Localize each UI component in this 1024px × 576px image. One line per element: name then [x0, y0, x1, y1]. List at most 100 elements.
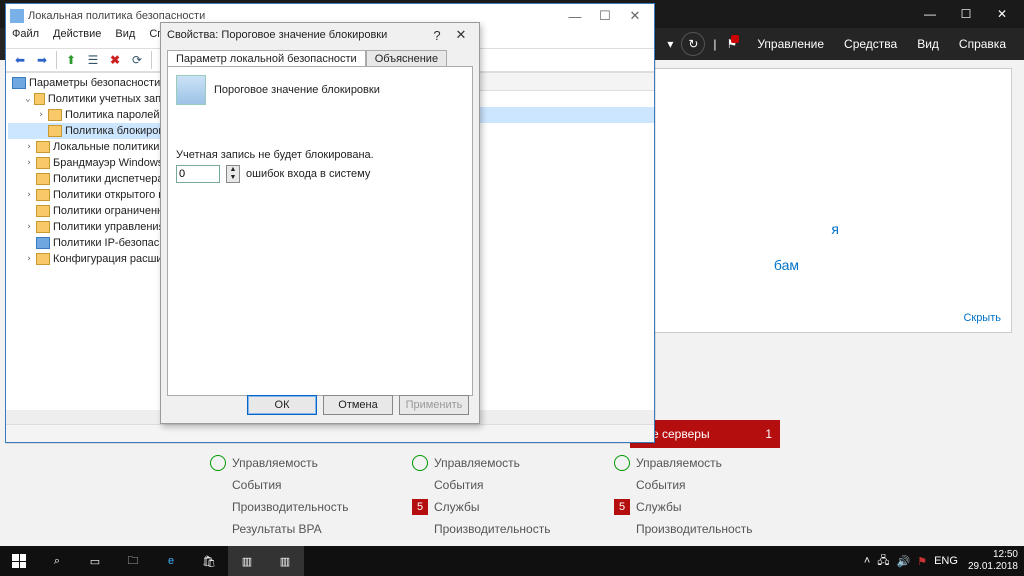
expander-icon[interactable]: ⌄ — [24, 94, 32, 104]
hide-link[interactable]: Скрыть — [963, 312, 1001, 324]
tile-all-servers-count: 1 — [765, 427, 772, 441]
expander-icon[interactable]: › — [24, 222, 34, 232]
policy-heading: Пороговое значение блокировки — [214, 84, 380, 96]
status-performance[interactable]: Производительность — [210, 496, 400, 518]
properties-icon[interactable]: ☰ — [83, 50, 103, 70]
notifications-flag-icon[interactable]: ⚑ — [727, 37, 738, 51]
forward-icon[interactable]: ➡ — [32, 50, 52, 70]
system-tray: ˄ 🖧 🔊 ⚑ ENG — [860, 552, 962, 571]
folder-icon — [36, 205, 50, 217]
cancel-button[interactable]: Отмена — [323, 395, 393, 415]
unit-label: ошибок входа в систему — [246, 168, 370, 180]
stepper[interactable]: ▲ ▼ — [226, 165, 240, 183]
expander-icon[interactable]: › — [24, 142, 34, 152]
menu-action[interactable]: Действие — [53, 28, 101, 40]
folder-icon — [48, 109, 62, 121]
sm-maximize-button[interactable]: ☐ — [948, 2, 984, 26]
status-events-3[interactable]: События — [614, 474, 804, 496]
status-events-2[interactable]: События — [412, 474, 602, 496]
up-icon[interactable]: ⬆ — [61, 50, 81, 70]
tree-firewall[interactable]: ›Брандмауэр Windows в р — [8, 155, 185, 171]
status-services-3[interactable]: 5Службы — [614, 496, 804, 518]
search-button[interactable]: ⌕ — [38, 546, 76, 576]
toolbar-separator — [151, 51, 152, 69]
store-button[interactable]: 🛍 — [190, 546, 228, 576]
sm-menu-view[interactable]: Вид — [917, 37, 939, 51]
tree-local-policies[interactable]: ›Локальные политики — [8, 139, 185, 155]
dialog-tabs: Параметр локальной безопасности Объяснен… — [167, 49, 473, 66]
action-center-flag-icon[interactable]: ⚑ — [917, 555, 927, 568]
tree-pubkey[interactable]: ›Политики открытого клю — [8, 187, 185, 203]
status-services-2[interactable]: 5Службы — [412, 496, 602, 518]
tree-advanced[interactable]: ›Конфигурация расширен — [8, 251, 185, 267]
language-indicator[interactable]: ENG — [934, 555, 958, 567]
file-explorer-button[interactable]: 🗀 — [114, 546, 152, 576]
ipsec-icon — [36, 237, 50, 249]
tray-overflow-icon[interactable]: ˄ — [864, 555, 870, 567]
sound-icon[interactable]: 🔊 — [897, 555, 911, 568]
expander-icon[interactable]: › — [24, 158, 34, 168]
tree-app-mgmt[interactable]: ›Политики управления пр — [8, 219, 185, 235]
refresh-icon[interactable]: ⟳ — [127, 50, 147, 70]
dialog-page: Пороговое значение блокировки Учетная за… — [167, 66, 473, 396]
ok-button[interactable]: ОК — [247, 395, 317, 415]
spin-down-icon[interactable]: ▼ — [227, 174, 239, 182]
sm-divider: | — [713, 37, 716, 51]
error-badge-icon: 5 — [412, 499, 428, 515]
tab-explanation[interactable]: Объяснение — [366, 50, 447, 67]
menu-file[interactable]: Файл — [12, 28, 39, 40]
status-performance-2[interactable]: Производительность — [412, 518, 602, 540]
tree-lockout-policy[interactable]: ·Политика блокировки — [8, 123, 185, 139]
clock[interactable]: 12:50 29.01.2018 — [962, 549, 1024, 573]
tree-restricted[interactable]: ·Политики ограниченного — [8, 203, 185, 219]
lockout-threshold-input[interactable] — [176, 165, 220, 183]
tree-ipsec[interactable]: ·Политики IP-безопасност — [8, 235, 185, 251]
menu-view[interactable]: Вид — [115, 28, 135, 40]
tree-dispatcher[interactable]: ·Политики диспетчера сп — [8, 171, 185, 187]
spin-up-icon[interactable]: ▲ — [227, 166, 239, 174]
status-manageability[interactable]: Управляемость — [210, 452, 400, 474]
sm-close-button[interactable]: ✕ — [984, 2, 1020, 26]
policy-tree[interactable]: Параметры безопасности ⌄Политики учетных… — [6, 73, 186, 424]
sm-menu-tools[interactable]: Средства — [844, 37, 897, 51]
sm-menu-help[interactable]: Справка — [959, 37, 1006, 51]
start-button[interactable] — [0, 546, 38, 576]
dialog-titlebar[interactable]: Свойства: Пороговое значение блокировки … — [161, 23, 479, 47]
folder-icon — [36, 189, 50, 201]
status-column-1: Управляемость События Производительность… — [210, 452, 400, 540]
mmc-minimize-button[interactable]: — — [560, 9, 590, 24]
clock-date: 29.01.2018 — [968, 561, 1018, 573]
status-bpa[interactable]: Результаты BPA — [210, 518, 400, 540]
network-icon[interactable]: 🖧 — [877, 552, 889, 571]
delete-icon[interactable]: ✖ — [105, 50, 125, 70]
tree-root[interactable]: Параметры безопасности — [8, 75, 185, 91]
back-icon[interactable]: ⬅ — [10, 50, 30, 70]
sm-dropdown-indicator[interactable]: ▾ — [667, 37, 673, 51]
expander-icon[interactable]: › — [36, 110, 46, 120]
tab-local-security[interactable]: Параметр локальной безопасности — [167, 50, 366, 67]
mmc-close-button[interactable]: ✕ — [620, 8, 650, 24]
mmc-maximize-button[interactable]: ☐ — [590, 8, 620, 24]
welcome-frag-2: бам — [625, 257, 999, 273]
refresh-icon[interactable]: ↻ — [681, 32, 705, 56]
tree-account-policies[interactable]: ⌄Политики учетных записей — [8, 91, 185, 107]
status-events[interactable]: События — [210, 474, 400, 496]
expander-icon[interactable]: › — [24, 254, 34, 264]
secpol-taskbar-button[interactable]: ▥ — [266, 546, 304, 576]
server-manager-taskbar-button[interactable]: ▥ — [228, 546, 266, 576]
task-view-button[interactable]: ▭ — [76, 546, 114, 576]
folder-icon — [48, 125, 62, 137]
sm-minimize-button[interactable]: — — [912, 2, 948, 26]
status-manageability-3[interactable]: Управляемость — [614, 452, 804, 474]
internet-explorer-button[interactable]: e — [152, 546, 190, 576]
close-button[interactable]: ✕ — [449, 27, 473, 43]
status-manageability-2[interactable]: Управляемость — [412, 452, 602, 474]
tree-password-policy[interactable]: ›Политика паролей — [8, 107, 185, 123]
status-performance-3[interactable]: Производительность — [614, 518, 804, 540]
secpol-app-icon — [10, 9, 24, 23]
clock-time: 12:50 — [968, 549, 1018, 561]
help-button[interactable]: ? — [425, 28, 449, 43]
apply-button[interactable]: Применить — [399, 395, 469, 415]
sm-menu-manage[interactable]: Управление — [757, 37, 824, 51]
expander-icon[interactable]: › — [24, 190, 34, 200]
